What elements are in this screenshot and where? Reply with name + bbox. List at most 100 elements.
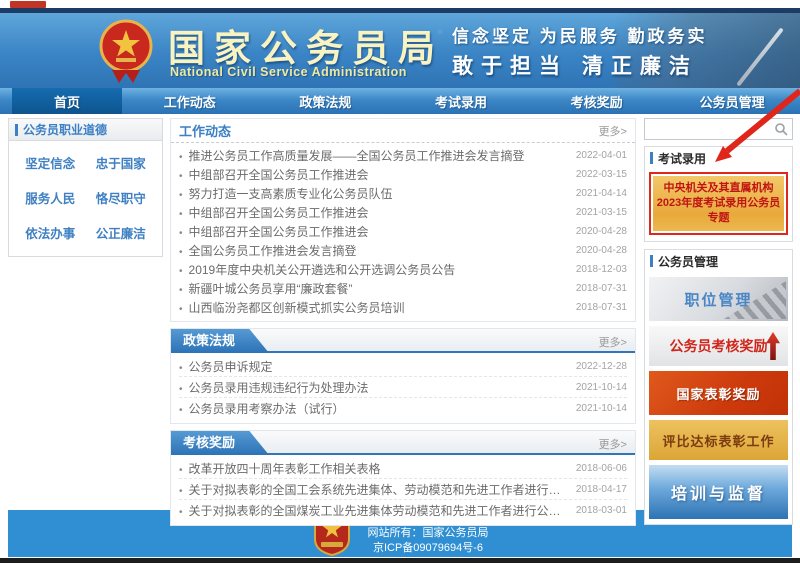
news-date: 2020-04-28 [576,226,627,237]
banner-appraisal-commendation[interactable]: 评比达标表彰工作 [649,420,788,460]
news-row: 公务员录用违规违纪行为处理办法 2021-10-14 [179,377,627,398]
section-title: 工作动态 [179,121,231,140]
ethics-link-6[interactable]: 公正廉洁 [86,223,157,242]
right-column: 考试录用 中央机关及其直属机构2023年度考试录用公务员专题 公务员管理 职位管… [644,118,793,532]
more-link[interactable]: 更多> [599,436,627,452]
news-link[interactable]: 山西临汾尧都区创新模式抓实公务员培训 [179,299,568,316]
footer-icp: 京ICP备09079694号-6 [368,541,489,556]
news-date: 2021-10-14 [576,403,627,414]
ethics-link-5[interactable]: 依法办事 [15,223,86,242]
section-work-news: 工作动态 更多> 推进公务员工作高质量发展——全国公务员工作推进会发言摘登 20… [170,118,636,322]
ethics-link-4[interactable]: 恪尽职守 [86,188,157,207]
content-area: 公务员职业道德 坚定信念 忠于国家 服务人民 恪尽职守 依法办事 公正廉洁 工作… [0,114,800,510]
nav-item-management[interactable]: 公务员管理 [664,88,800,114]
news-link[interactable]: 关于对拟表彰的全国煤炭工业先进集体劳动模范和先进工作者进行公示的公告 [179,502,568,519]
news-row: 公务员申诉规定 2022-12-28 [179,356,627,377]
section-work-body: 推进公务员工作高质量发展——全国公务员工作推进会发言摘登 2022-04-01 … [171,143,635,321]
news-link[interactable]: 中组部召开全国公务员工作推进会 [179,166,568,183]
news-date: 2022-12-28 [576,361,627,372]
section-policy-body: 公务员申诉规定 2022-12-28 公务员录用违规违纪行为处理办法 2021-… [171,353,635,423]
nav-item-award[interactable]: 考核奖励 [529,88,665,114]
news-date: 2018-04-17 [576,484,627,495]
news-date: 2018-12-03 [576,264,627,275]
section-award-body: 改革开放四十周年表彰工作相关表格 2018-06-06 关于对拟表彰的全国工会系… [171,455,635,525]
news-link[interactable]: 新疆叶城公务员享用“廉政套餐” [179,280,568,297]
banner-position-management[interactable]: 职位管理 [649,277,788,321]
exam-box: 考试录用 中央机关及其直属机构2023年度考试录用公务员专题 [644,146,793,242]
news-row: 中组部召开全国公务员工作推进会 2020-04-28 [179,222,627,241]
news-link[interactable]: 公务员申诉规定 [179,358,568,375]
banner-training-supervision[interactable]: 培训与监督 [649,465,788,519]
section-title: 考核奖励 [171,431,269,455]
exam-banner-link[interactable]: 中央机关及其直属机构2023年度考试录用公务员专题 [653,176,784,231]
ethics-link-1[interactable]: 坚定信念 [15,153,86,172]
news-date: 2022-04-01 [576,150,627,161]
ethics-link-2[interactable]: 忠于国家 [86,153,157,172]
news-date: 2018-03-01 [576,505,627,516]
more-link[interactable]: 更多> [599,123,627,139]
nav-item-home[interactable]: 首页 [12,88,122,114]
page: 国家公务员局 National Civil Service Administra… [0,0,800,567]
ethics-panel-title: 公务员职业道德 [23,121,107,138]
site-header: 国家公务员局 National Civil Service Administra… [0,13,800,88]
section-policy-header: 政策法规 更多> [171,329,635,353]
news-link[interactable]: 公务员录用违规违纪行为处理办法 [179,379,568,396]
ethics-panel: 公务员职业道德 坚定信念 忠于国家 服务人民 恪尽职守 依法办事 公正廉洁 [8,118,163,257]
blue-bar-icon [650,152,653,164]
exam-banner-highlight-frame: 中央机关及其直属机构2023年度考试录用公务员专题 [649,172,788,235]
search-icon[interactable] [774,122,788,136]
section-policy: 政策法规 更多> 公务员申诉规定 2022-12-28 公务员录用违规违纪行为处… [170,328,636,424]
news-date: 2021-04-14 [576,188,627,199]
news-row: 努力打造一支高素质专业化公务员队伍 2021-04-14 [179,184,627,203]
nav-item-policy[interactable]: 政策法规 [258,88,394,114]
news-link[interactable]: 中组部召开全国公务员工作推进会 [179,204,568,221]
nav-item-work-news[interactable]: 工作动态 [122,88,258,114]
news-date: 2022-03-15 [576,169,627,180]
bottom-strip [0,558,800,563]
news-row: 推进公务员工作高质量发展——全国公务员工作推进会发言摘登 2022-04-01 [179,146,627,165]
section-title: 政策法规 [171,329,269,353]
main-nav: 首页 工作动态 政策法规 考试录用 考核奖励 公务员管理 [0,88,800,114]
management-box-title: 公务员管理 [658,253,718,270]
news-link[interactable]: 推进公务员工作高质量发展——全国公务员工作推进会发言摘登 [179,147,568,164]
news-row: 中组部召开全国公务员工作推进会 2021-03-15 [179,203,627,222]
news-date: 2018-06-06 [576,463,627,474]
news-row: 新疆叶城公务员享用“廉政套餐” 2018-07-31 [179,279,627,298]
nav-item-exam[interactable]: 考试录用 [393,88,529,114]
news-row: 全国公务员工作推进会发言摘登 2020-04-28 [179,241,627,260]
site-title: 国家公务员局 [168,18,444,72]
news-date: 2018-07-31 [576,302,627,313]
news-row: 改革开放四十周年表彰工作相关表格 2018-06-06 [179,458,627,479]
news-row: 2019年度中央机关公开遴选和公开选调公务员公告 2018-12-03 [179,260,627,279]
search-input[interactable] [645,119,792,139]
section-award: 考核奖励 更多> 改革开放四十周年表彰工作相关表格 2018-06-06 关于对… [170,430,636,526]
more-link[interactable]: 更多> [599,334,627,350]
management-box-header: 公务员管理 [645,250,792,272]
blue-bar-icon [15,124,18,136]
news-link[interactable]: 公务员录用考察办法（试行） [179,400,568,417]
ethics-link-3[interactable]: 服务人民 [15,188,86,207]
banner-assessment-reward[interactable]: 公务员考核奖励 [649,326,788,366]
exam-box-title: 考试录用 [658,150,706,167]
news-link[interactable]: 改革开放四十周年表彰工作相关表格 [179,460,568,477]
news-row: 山西临汾尧都区创新模式抓实公务员培训 2018-07-31 [179,298,627,317]
management-box: 公务员管理 职位管理 公务员考核奖励 国家表彰奖励 评比达标表彰工作 培训与监督 [644,249,793,525]
section-award-header: 考核奖励 更多> [171,431,635,455]
site-subtitle: National Civil Service Administration [170,65,407,79]
news-date: 2021-10-14 [576,382,627,393]
nav-spacer [0,88,12,114]
news-row: 中组部召开全国公务员工作推进会 2022-03-15 [179,165,627,184]
news-date: 2018-07-31 [576,283,627,294]
exam-box-header: 考试录用 [645,147,792,169]
news-row: 关于对拟表彰的全国工会系统先进集体、劳动模范和先进工作者进行公示的公告 2018… [179,479,627,500]
slogan-line-2: 敢于担当 清正廉洁 [452,50,698,80]
news-link[interactable]: 努力打造一支高素质专业化公务员队伍 [179,185,568,202]
news-row: 公务员录用考察办法（试行） 2021-10-14 [179,398,627,419]
news-link[interactable]: 关于对拟表彰的全国工会系统先进集体、劳动模范和先进工作者进行公示的公告 [179,481,568,498]
news-link[interactable]: 中组部召开全国公务员工作推进会 [179,223,568,240]
news-link[interactable]: 2019年度中央机关公开遴选和公开选调公务员公告 [179,261,568,278]
banner-national-commendation[interactable]: 国家表彰奖励 [649,371,788,415]
news-date: 2020-04-28 [576,245,627,256]
national-emblem-icon [96,18,156,86]
news-link[interactable]: 全国公务员工作推进会发言摘登 [179,242,568,259]
